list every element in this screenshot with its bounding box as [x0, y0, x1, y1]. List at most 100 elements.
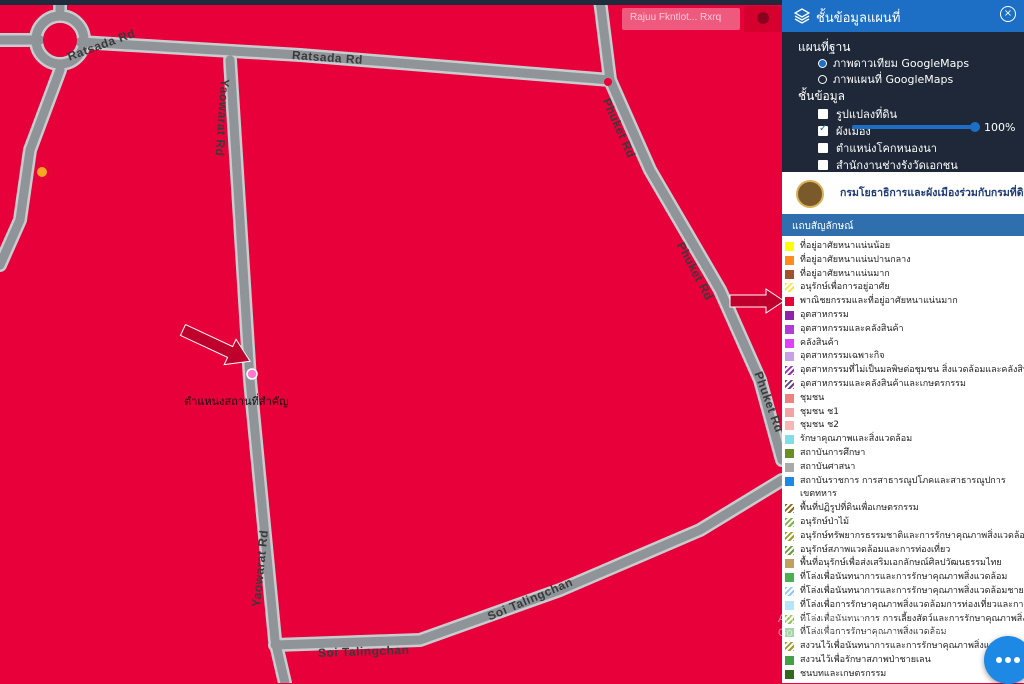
legend-label: ชุมชน ช2	[800, 420, 839, 431]
legend-label: อนุรักษ์ทรัพยากรธรรมชาติและการรักษาคุณภา…	[800, 530, 1024, 541]
legend-swatch	[785, 559, 794, 569]
checkbox[interactable]	[818, 109, 828, 119]
legend-item: อุตสาหกรรมและคลังสินค้า	[782, 323, 904, 336]
watermark-line: Go to Settings to activate Windows.	[778, 627, 952, 639]
legend-item: สงวนไว้เพื่อนันทนาการและการรักษาคุณภาพสิ…	[782, 640, 1006, 653]
legend-item: อุตสาหกรรมเฉพาะกิจ	[782, 350, 885, 363]
legend-swatch	[785, 255, 794, 265]
department-name: กรมโยธาธิการและผังเมืองร่วมกับกรมที่ดิน	[840, 187, 1024, 199]
legend-swatch	[785, 656, 794, 665]
layer-panel: ชั้นข้อมูลแผนที่ × แผนที่ฐาน ภาพดาวเทียม…	[782, 0, 1024, 172]
legend-label: เขตทหาร	[800, 489, 837, 500]
legend-swatch	[785, 573, 794, 583]
legend-swatch	[785, 352, 794, 362]
legend-item: อนุรักษ์เพื่อการอยู่อาศัย	[782, 281, 890, 294]
legend-label: คลังสินค้า	[800, 337, 839, 348]
department-seal-icon	[796, 180, 824, 208]
checkbox[interactable]	[818, 160, 828, 170]
legend-swatch	[785, 490, 794, 499]
legend-swatch	[785, 600, 794, 610]
legend-item: อุตสาหกรรมที่ไม่เป็นมลพิษต่อชุมชน สิ่งแว…	[782, 364, 1024, 377]
legend-swatch	[785, 311, 794, 320]
legend-label: สงวนไว้เพื่อนันทนาการและการรักษาคุณภาพสิ…	[800, 641, 1007, 652]
legend-swatch	[785, 380, 794, 389]
legend-item: อุตสาหกรรม	[782, 309, 849, 322]
search-input[interactable]: Rajuu Fkntlot... Rxrq	[622, 8, 740, 30]
legend-swatch	[785, 242, 794, 251]
legend-label: ที่อยู่อาศัยหนาแน่นปานกลาง	[800, 254, 911, 265]
dot-icon	[1005, 657, 1011, 663]
more-options-button[interactable]	[984, 636, 1024, 684]
place-label: ตำแหน่งสถานที่สำคัญ	[184, 395, 289, 408]
legend-label: สถาบันราชการ การสาธารณูปโภคและสาธารณูปกา…	[800, 475, 1006, 486]
legend-label: ที่โล่งเพื่อนันทนาการและการรักษาคุณภาพสิ…	[800, 572, 1008, 583]
legend-swatch	[785, 366, 794, 376]
opacity-slider[interactable]	[852, 122, 980, 132]
legend-label: พาณิชยกรรมและที่อยู่อาศัยหนาแน่นมาก	[800, 296, 958, 307]
legend-item: ชุมชน	[782, 392, 824, 405]
legend-item: สถาบันการศึกษา	[782, 447, 865, 460]
search-placeholder: Rajuu Fkntlot... Rxrq	[630, 12, 722, 23]
legend-swatch	[785, 531, 794, 541]
layers-heading: ชั้นข้อมูล	[798, 89, 846, 103]
legend-item: สงวนไว้เพื่อรักษาสภาพป่าชายเลน	[782, 654, 931, 667]
basemap-label: ภาพแผนที่ GoogleMaps	[833, 73, 954, 86]
legend-swatch	[785, 462, 794, 472]
radio-button[interactable]	[818, 74, 827, 84]
legend-item: ที่โล่งเพื่อนันทนาการและการรักษาคุณภาพสิ…	[782, 571, 1007, 584]
layer-option-parcels[interactable]: รูปแปลงที่ดิน	[818, 105, 897, 123]
legend-swatch	[785, 518, 794, 527]
record-button[interactable]	[744, 6, 782, 32]
legend-swatch	[785, 435, 794, 445]
landmark-marker[interactable]	[246, 368, 258, 380]
legend-swatch	[785, 269, 794, 279]
legend-swatch	[785, 545, 794, 555]
legend-label: ชุมชน ช1	[800, 406, 839, 417]
layer-option-khoknongna[interactable]: ตำแหน่งโคกหนองนา	[818, 139, 937, 157]
record-icon	[757, 12, 769, 24]
legend-item: ชุมชน ช2	[782, 419, 839, 432]
opacity-value: 100%	[984, 121, 1016, 134]
legend-label: อุตสาหกรรมและคลังสินค้า	[800, 323, 904, 334]
legend-label: อุตสาหกรรมที่ไม่เป็นมลพิษต่อชุมชน สิ่งแว…	[800, 365, 1024, 376]
legend-item: ที่อยู่อาศัยหนาแน่นปานกลาง	[782, 254, 911, 267]
legend-swatch	[785, 283, 794, 293]
windows-watermark: Activate Windows Go to Settings to activa…	[778, 612, 952, 640]
legend-swatch	[785, 449, 794, 458]
checkbox[interactable]	[818, 123, 828, 136]
legend-swatch	[785, 338, 794, 348]
close-icon[interactable]: ×	[1000, 6, 1016, 22]
legend-swatch	[785, 393, 794, 403]
legend-label: อุตสาหกรรมและคลังสินค้าและเกษตรกรรม	[800, 379, 966, 389]
legend-swatch	[785, 407, 794, 417]
legend-label: ที่โล่งเพื่อการรักษาคุณภาพสิ่งแวดล้อมการ…	[800, 599, 1024, 610]
legend-swatch	[785, 421, 794, 431]
dot-icon	[996, 657, 1002, 663]
legend-item: พาณิชยกรรมและที่อยู่อาศัยหนาแน่นมาก	[782, 295, 958, 308]
legend-label: รักษาคุณภาพและสิ่งแวดล้อม	[800, 434, 913, 445]
legend-item: พื้นที่อนุรักษ์เพื่อส่งเสริมเอกลักษณ์ศิล…	[782, 557, 1002, 570]
legend-swatch	[785, 476, 794, 486]
legend-label: อุตสาหกรรม	[800, 310, 849, 320]
legend-item: อนุรักษ์สภาพแวดล้อมและการท่องเที่ยว	[782, 544, 950, 557]
legend-label: อนุรักษ์สภาพแวดล้อมและการท่องเที่ยว	[800, 544, 951, 555]
legend-label: ชนบทและเกษตรกรรม	[800, 668, 887, 679]
legend-item: อุตสาหกรรมและคลังสินค้าและเกษตรกรรม	[782, 378, 966, 391]
legend-label: พื้นที่ปฏิรูปที่ดินเพื่อเกษตรกรรม	[800, 503, 919, 514]
legend-label: สงวนไว้เพื่อรักษาสภาพป่าชายเลน	[800, 655, 931, 665]
legend-label: อุตสาหกรรมเฉพาะกิจ	[800, 351, 885, 362]
checkbox[interactable]	[818, 143, 828, 153]
legend-item: สถาบันศาสนา	[782, 461, 855, 474]
basemap-option-map[interactable]: ภาพแผนที่ GoogleMaps	[818, 70, 953, 88]
radio-button[interactable]	[818, 58, 827, 68]
legend-swatch	[785, 587, 794, 596]
legend-item: ที่โล่งเพื่อการรักษาคุณภาพสิ่งแวดล้อมการ…	[782, 599, 1024, 612]
layer-label: ตำแหน่งโคกหนองนา	[836, 142, 937, 155]
legend-item: สถาบันราชการ การสาธารณูปโภคและสาธารณูปกา…	[782, 475, 1006, 488]
legend-label: ที่อยู่อาศัยหนาแน่นมาก	[800, 268, 890, 279]
layer-panel-title: ชั้นข้อมูลแผนที่	[816, 11, 901, 26]
slider-handle[interactable]	[970, 122, 980, 132]
watermark-line: Activate Windows	[778, 613, 865, 625]
department-banner: กรมโยธาธิการและผังเมืองร่วมกับกรมที่ดิน	[782, 172, 1024, 214]
legend-swatch	[785, 504, 794, 514]
